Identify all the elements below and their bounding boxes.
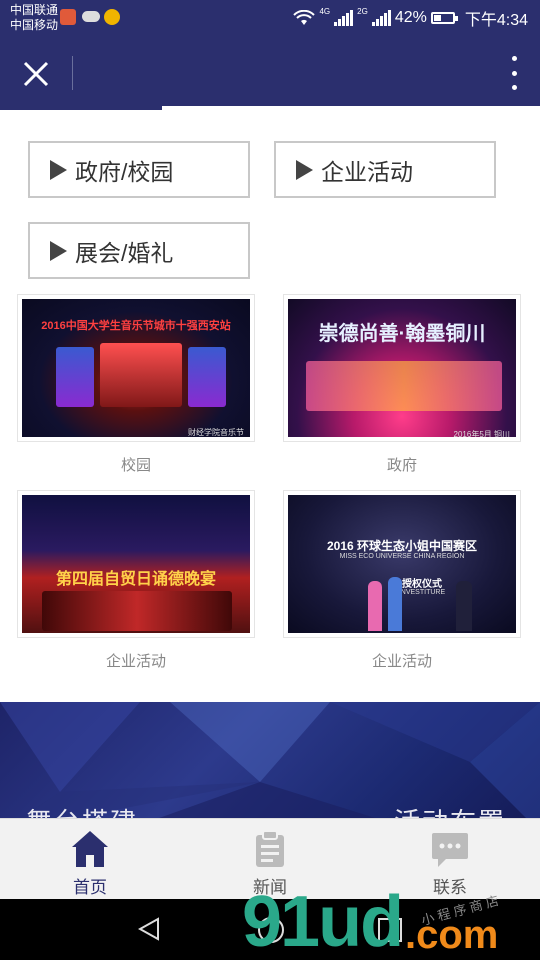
category-button-expo-wedding[interactable]: 展会/婚礼 xyxy=(28,222,250,279)
notification-app-icon xyxy=(60,9,76,25)
wifi-icon xyxy=(293,10,316,25)
play-triangle-icon xyxy=(50,240,67,261)
gallery-photo: 崇德尚善·翰墨铜川 2016年5月 铜川 xyxy=(288,299,516,437)
page-load-progress xyxy=(162,106,540,110)
gallery-card-campus[interactable]: 2016中国大学生音乐节城市十强西安站 财经学院音乐节 xyxy=(17,294,255,442)
signal-icon-2 xyxy=(371,10,391,26)
battery-percent: 42% xyxy=(394,9,427,26)
weibo-icon xyxy=(104,9,120,25)
tab-contact[interactable]: 联系 xyxy=(385,819,515,900)
photo-banner-text: 2016中国大学生音乐节城市十强西安站 xyxy=(41,320,231,332)
gallery-card-corporate-2[interactable]: 2016 环球生态小姐中国赛区 MISS ECO UNIVERSE CHINA … xyxy=(283,490,521,638)
photo-banner-text: 第四届自贸日诵德晚宴 xyxy=(55,571,216,588)
tab-home[interactable]: 首页 xyxy=(25,819,155,900)
watermark-logo: 91ud xyxy=(242,882,404,962)
clipboard-icon xyxy=(256,830,284,867)
carrier-2: 中国移动 xyxy=(10,18,59,32)
nav-divider xyxy=(72,56,73,90)
stage-dancers xyxy=(306,361,502,411)
more-vertical-icon xyxy=(511,56,517,61)
battery-icon xyxy=(430,12,458,24)
signal-icon-1 xyxy=(334,10,354,26)
photo-sub-text: MISS ECO UNIVERSE CHINA REGION xyxy=(339,553,465,560)
battery-level xyxy=(433,15,442,21)
play-triangle-icon xyxy=(50,159,67,180)
photo-caption-text: 2016年5月 铜川 xyxy=(453,430,510,437)
stage-crowd xyxy=(42,591,232,631)
network-type-2: 2G xyxy=(357,7,368,16)
nav-bar xyxy=(0,38,540,110)
more-button[interactable] xyxy=(508,56,520,90)
play-triangle-icon xyxy=(296,159,313,180)
service-banner: 舞台搭建 活动布置 xyxy=(0,702,540,832)
photo-sub-text-3: INVESTITURE xyxy=(398,589,446,596)
chat-bubble-icon xyxy=(432,833,468,867)
cloud-icon xyxy=(82,11,100,22)
person-figure xyxy=(388,577,402,631)
led-screen xyxy=(188,347,226,407)
category-button-gov-campus[interactable]: 政府/校园 xyxy=(28,141,250,198)
carrier-labels: 中国联通 中国移动 xyxy=(10,3,58,33)
led-screen xyxy=(100,343,182,407)
close-button[interactable] xyxy=(14,52,58,96)
gallery-card-government[interactable]: 崇德尚善·翰墨铜川 2016年5月 铜川 xyxy=(283,294,521,442)
gallery-photo: 第四届自贸日诵德晚宴 xyxy=(22,495,250,633)
status-right: 4G 2G 42% 下午4:34 xyxy=(293,6,528,30)
gallery-card-corporate-1[interactable]: 第四届自贸日诵德晚宴 xyxy=(17,490,255,638)
home-icon xyxy=(72,831,108,867)
network-type-1: 4G xyxy=(319,7,331,16)
status-bar: 中国联通 中国移动 4G 2G 42% 下午4:34 xyxy=(0,0,540,38)
gallery-photo: 2016中国大学生音乐节城市十强西安站 财经学院音乐节 xyxy=(22,299,250,437)
led-screen xyxy=(56,347,94,407)
category-label: 企业活动 xyxy=(321,158,413,185)
back-icon[interactable] xyxy=(138,917,160,941)
category-label: 政府/校园 xyxy=(75,158,174,185)
gallery-caption: 校园 xyxy=(120,457,151,474)
gallery-caption: 企业活动 xyxy=(371,653,432,670)
photo-banner-text: 崇德尚善·翰墨铜川 xyxy=(318,323,486,345)
photo-caption-text: 财经学院音乐节 xyxy=(188,428,244,437)
person-figure xyxy=(368,581,382,631)
gallery-caption: 企业活动 xyxy=(105,653,166,670)
clock: 下午4:34 xyxy=(464,12,528,29)
carrier-1: 中国联通 xyxy=(10,3,59,17)
tab-label: 首页 xyxy=(73,878,107,897)
close-icon xyxy=(23,61,49,87)
category-label: 展会/婚礼 xyxy=(75,239,174,266)
photo-sub-text-2: 授权仪式 xyxy=(402,579,442,590)
gallery-photo: 2016 环球生态小姐中国赛区 MISS ECO UNIVERSE CHINA … xyxy=(288,495,516,633)
gallery-caption: 政府 xyxy=(386,457,417,474)
person-figure xyxy=(456,581,472,631)
photo-banner-text: 2016 环球生态小姐中国赛区 xyxy=(326,539,478,553)
category-button-corporate[interactable]: 企业活动 xyxy=(274,141,496,198)
